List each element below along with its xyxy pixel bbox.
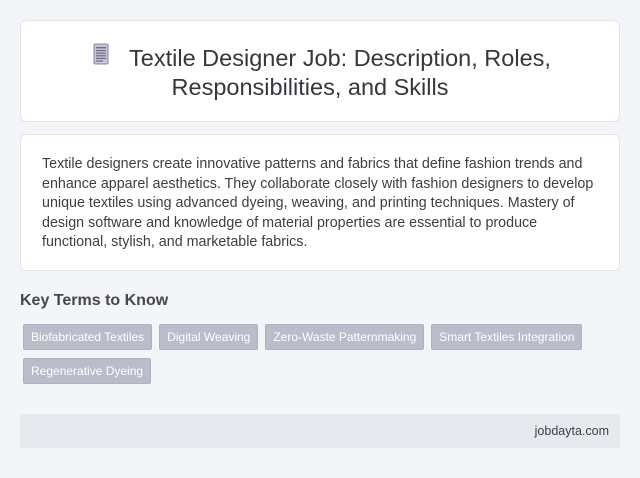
- key-term-tag[interactable]: Regenerative Dyeing: [23, 358, 152, 384]
- key-terms-list: Biofabricated Textiles Digital Weaving Z…: [23, 324, 613, 384]
- key-term-tag[interactable]: Smart Textiles Integration: [431, 324, 583, 350]
- description-text: Textile designers create innovative patt…: [42, 156, 594, 251]
- key-terms-heading: Key Terms to Know: [20, 292, 169, 309]
- page-title-line2: Responsibilities, and Skills: [171, 74, 449, 100]
- title-card: Textile Designer Job: Description, Roles…: [20, 20, 620, 122]
- key-term-tag[interactable]: Biofabricated Textiles: [23, 324, 153, 350]
- page-title: Textile Designer Job: Description, Roles…: [21, 44, 619, 102]
- page-title-line1: Textile Designer Job: Description, Roles…: [129, 45, 551, 71]
- key-term-tag[interactable]: Digital Weaving: [159, 324, 259, 350]
- page: Textile Designer Job: Description, Roles…: [0, 0, 640, 478]
- footer: jobdayta.com: [20, 414, 620, 448]
- key-term-tag[interactable]: Zero-Waste Patternmaking: [265, 324, 425, 350]
- description-card: Textile designers create innovative patt…: [20, 134, 620, 271]
- footer-site-link[interactable]: jobdayta.com: [535, 424, 609, 438]
